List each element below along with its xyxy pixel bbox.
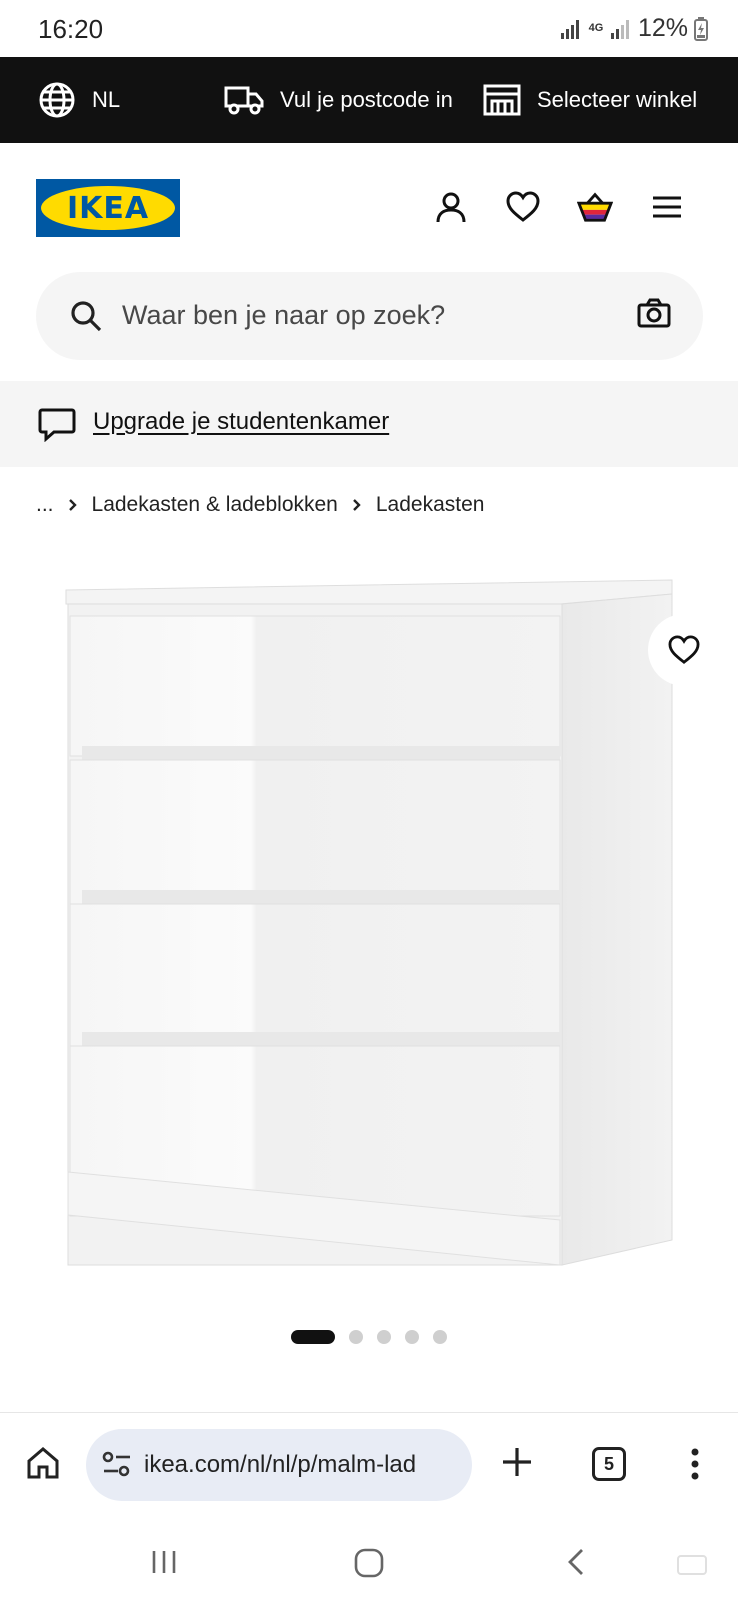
- store-label: Selecteer winkel: [537, 87, 698, 112]
- recent-apps-icon[interactable]: [150, 1548, 178, 1576]
- address-bar[interactable]: ikea.com/nl/nl/p/malm-lad: [86, 1429, 472, 1501]
- user-icon: [436, 192, 466, 223]
- basket-icon: [577, 192, 613, 222]
- delivery-truck-icon: [224, 86, 264, 115]
- menu-button[interactable]: [649, 189, 685, 225]
- top-utility-bar: NL Vul je postcode in Selecteer winkel: [0, 57, 738, 143]
- promo-banner: Upgrade je studentenkamer: [0, 381, 738, 467]
- chest-of-drawers-image: [65, 579, 673, 1266]
- signal-icon: [560, 19, 579, 39]
- heart-icon: [506, 191, 540, 222]
- carousel-dot-2[interactable]: [349, 1330, 363, 1344]
- tab-count: 5: [603, 1453, 614, 1474]
- network-type-label: 4G: [588, 22, 604, 34]
- language-selector[interactable]: NL: [38, 57, 120, 143]
- breadcrumb-ladekasten-ladeblokken[interactable]: Ladekasten & ladeblokken: [92, 493, 338, 517]
- speech-bubble-icon: [38, 408, 76, 442]
- breadcrumb-ladekasten[interactable]: Ladekasten: [376, 493, 485, 517]
- signal-secondary-icon: [610, 19, 629, 39]
- promo-link[interactable]: Upgrade je studentenkamer: [93, 408, 389, 436]
- carousel-dot-3[interactable]: [377, 1330, 391, 1344]
- account-button[interactable]: [433, 189, 469, 225]
- system-navigation-bar: [0, 1524, 738, 1600]
- language-label: NL: [92, 87, 121, 112]
- status-bar: 16:20 4G 12%: [0, 0, 738, 57]
- search-bar[interactable]: Waar ben je naar op zoek?: [36, 272, 703, 360]
- status-time: 16:20: [38, 14, 104, 44]
- site-header: IKEA: [0, 143, 738, 268]
- product-image[interactable]: [0, 560, 738, 1300]
- more-options-icon[interactable]: [688, 1447, 702, 1481]
- ikea-logo[interactable]: IKEA: [36, 179, 180, 237]
- carousel-dot-4[interactable]: [405, 1330, 419, 1344]
- carousel-dot-5[interactable]: [433, 1330, 447, 1344]
- postcode-label: Vul je postcode in: [280, 87, 453, 112]
- basket-button[interactable]: [577, 189, 613, 225]
- battery-percent: 12%: [637, 14, 688, 42]
- logo-oval: IKEA: [41, 186, 175, 230]
- image-carousel-indicator: [0, 1330, 738, 1344]
- breadcrumb-ellipsis[interactable]: ...: [36, 493, 54, 517]
- site-settings-icon[interactable]: [102, 1451, 132, 1477]
- heart-icon: [668, 635, 700, 664]
- store-icon: [483, 84, 521, 116]
- carousel-dot-1[interactable]: [291, 1330, 335, 1344]
- add-to-wishlist-button[interactable]: [648, 614, 720, 686]
- logo-text: IKEA: [66, 190, 150, 226]
- new-tab-icon[interactable]: [500, 1445, 534, 1479]
- wishlist-button[interactable]: [505, 189, 541, 225]
- globe-icon: [39, 82, 75, 118]
- chevron-right-icon: [352, 498, 362, 512]
- back-icon[interactable]: [566, 1548, 586, 1576]
- home-nav-icon[interactable]: [354, 1548, 384, 1578]
- search-icon: [71, 301, 102, 332]
- breadcrumb: ... Ladekasten & ladeblokken Ladekasten: [36, 493, 484, 517]
- store-selector-button[interactable]: Selecteer winkel: [483, 57, 697, 143]
- menu-icon: [653, 196, 681, 218]
- tab-switcher-button[interactable]: 5: [592, 1447, 626, 1481]
- url-text: ikea.com/nl/nl/p/malm-lad: [144, 1451, 417, 1478]
- chevron-right-icon: [68, 498, 78, 512]
- postcode-button[interactable]: Vul je postcode in: [224, 57, 453, 143]
- battery-charging-icon: [694, 16, 708, 41]
- search-input[interactable]: Waar ben je naar op zoek?: [122, 300, 445, 331]
- browser-toolbar: ikea.com/nl/nl/p/malm-lad 5: [0, 1412, 738, 1524]
- status-indicators: 4G 12%: [560, 14, 708, 43]
- camera-search-icon[interactable]: [637, 298, 671, 328]
- keyboard-toggle-icon[interactable]: [676, 1554, 708, 1576]
- home-icon[interactable]: [26, 1447, 60, 1479]
